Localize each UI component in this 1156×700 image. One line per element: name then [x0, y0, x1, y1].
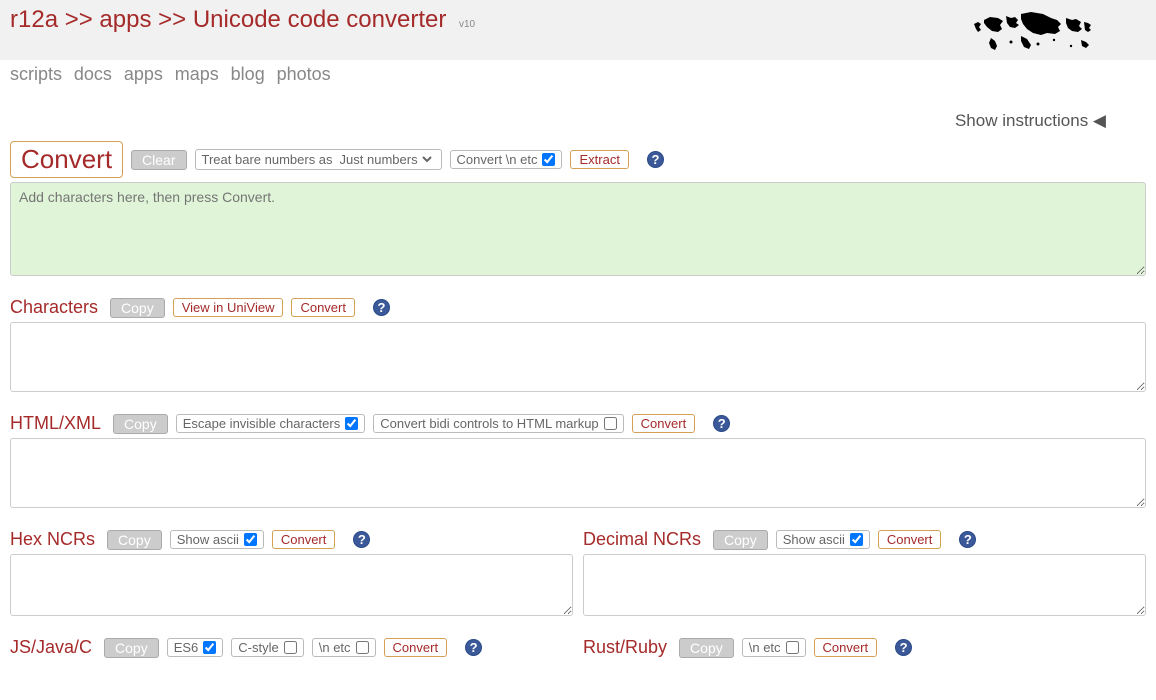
help-icon[interactable]: ?: [465, 639, 482, 656]
dec-ncrs-title: Decimal NCRs: [583, 529, 701, 550]
help-icon[interactable]: ?: [713, 415, 730, 432]
rust-netc-option: \n etc: [742, 638, 806, 657]
crumb-sep: >>: [158, 6, 186, 33]
dec-ncrs-output[interactable]: [583, 554, 1146, 616]
help-icon[interactable]: ?: [373, 299, 390, 316]
help-icon[interactable]: ?: [353, 531, 370, 548]
es6-checkbox[interactable]: [203, 641, 216, 654]
bidi-markup-option: Convert bidi controls to HTML markup: [373, 414, 623, 433]
crumb-title[interactable]: Unicode code converter: [193, 6, 446, 33]
extract-button[interactable]: Extract: [570, 150, 628, 169]
nav-blog[interactable]: blog: [231, 64, 265, 84]
nav-links: scripts docs apps maps blog photos: [0, 60, 1156, 91]
js-netc-checkbox[interactable]: [356, 641, 369, 654]
view-uniview-button[interactable]: View in UniView: [173, 298, 284, 317]
htmlxml-copy-button[interactable]: Copy: [113, 414, 168, 434]
nav-photos[interactable]: photos: [277, 64, 331, 84]
rust-netc-label: \n etc: [749, 640, 781, 655]
bidi-markup-checkbox[interactable]: [604, 417, 617, 430]
hex-ncrs-output[interactable]: [10, 554, 573, 616]
js-netc-option: \n etc: [312, 638, 376, 657]
world-map-icon: [966, 6, 1106, 56]
jsjavac-convert-button[interactable]: Convert: [384, 638, 448, 657]
hex-ncrs-section: Hex NCRs Copy Show ascii Convert ?: [10, 529, 573, 619]
hex-showascii-option: Show ascii: [170, 530, 264, 549]
rust-netc-checkbox[interactable]: [786, 641, 799, 654]
htmlxml-output[interactable]: [10, 438, 1146, 508]
rustruby-copy-button[interactable]: Copy: [679, 638, 734, 658]
hex-ncrs-copy-button[interactable]: Copy: [107, 530, 162, 550]
cstyle-checkbox[interactable]: [284, 641, 297, 654]
convert-newline-option: Convert \n etc: [450, 150, 563, 169]
hex-ncrs-title: Hex NCRs: [10, 529, 95, 550]
dec-showascii-label: Show ascii: [783, 532, 845, 547]
hex-showascii-label: Show ascii: [177, 532, 239, 547]
characters-section: Characters Copy View in UniView Convert …: [10, 297, 1146, 395]
cstyle-label: C-style: [238, 640, 278, 655]
crumb-sep: >>: [65, 6, 93, 33]
dec-ncrs-convert-button[interactable]: Convert: [878, 530, 942, 549]
treat-numbers-option: Treat bare numbers as Just numbers: [195, 149, 442, 170]
crumb-apps[interactable]: apps: [99, 6, 151, 33]
escape-invisible-label: Escape invisible characters: [183, 416, 341, 431]
dec-ncrs-copy-button[interactable]: Copy: [713, 530, 768, 550]
escape-invisible-option: Escape invisible characters: [176, 414, 366, 433]
hex-showascii-checkbox[interactable]: [244, 533, 257, 546]
htmlxml-section: HTML/XML Copy Escape invisible character…: [10, 413, 1146, 511]
nav-apps[interactable]: apps: [124, 64, 163, 84]
bidi-markup-label: Convert bidi controls to HTML markup: [380, 416, 598, 431]
es6-label: ES6: [174, 640, 199, 655]
hex-ncrs-convert-button[interactable]: Convert: [272, 530, 336, 549]
dec-showascii-checkbox[interactable]: [850, 533, 863, 546]
characters-copy-button[interactable]: Copy: [110, 298, 165, 318]
dec-ncrs-section: Decimal NCRs Copy Show ascii Convert ?: [583, 529, 1146, 619]
instructions-toggle[interactable]: Show instructions ◀: [0, 91, 1156, 141]
crumb-r12a[interactable]: r12a: [10, 6, 58, 33]
help-icon[interactable]: ?: [895, 639, 912, 656]
js-netc-label: \n etc: [319, 640, 351, 655]
characters-convert-button[interactable]: Convert: [291, 298, 355, 317]
nav-docs[interactable]: docs: [74, 64, 112, 84]
es6-option: ES6: [167, 638, 224, 657]
clear-button[interactable]: Clear: [131, 150, 186, 170]
htmlxml-title: HTML/XML: [10, 413, 101, 434]
header: r12a >> apps >> Unicode code converter v…: [0, 0, 1156, 60]
characters-title: Characters: [10, 297, 98, 318]
nav-maps[interactable]: maps: [175, 64, 219, 84]
jsjavac-title: JS/Java/C: [10, 637, 92, 658]
version-label: v10: [459, 19, 475, 30]
rustruby-title: Rust/Ruby: [583, 637, 667, 658]
convert-button[interactable]: Convert: [10, 141, 123, 178]
treat-numbers-select[interactable]: Just numbers: [336, 151, 435, 168]
main-convert-section: Convert Clear Treat bare numbers as Just…: [10, 141, 1146, 279]
dec-showascii-option: Show ascii: [776, 530, 870, 549]
jsjavac-copy-button[interactable]: Copy: [104, 638, 159, 658]
characters-output[interactable]: [10, 322, 1146, 392]
help-icon[interactable]: ?: [959, 531, 976, 548]
rustruby-convert-button[interactable]: Convert: [814, 638, 878, 657]
convert-newline-checkbox[interactable]: [542, 153, 555, 166]
convert-newline-label: Convert \n etc: [457, 152, 538, 167]
escape-invisible-checkbox[interactable]: [345, 417, 358, 430]
cstyle-option: C-style: [231, 638, 303, 657]
help-icon[interactable]: ?: [647, 151, 664, 168]
nav-scripts[interactable]: scripts: [10, 64, 62, 84]
htmlxml-convert-button[interactable]: Convert: [632, 414, 696, 433]
treat-numbers-label: Treat bare numbers as: [202, 152, 333, 167]
breadcrumb: r12a >> apps >> Unicode code converter v…: [10, 6, 966, 34]
main-input[interactable]: [10, 182, 1146, 276]
